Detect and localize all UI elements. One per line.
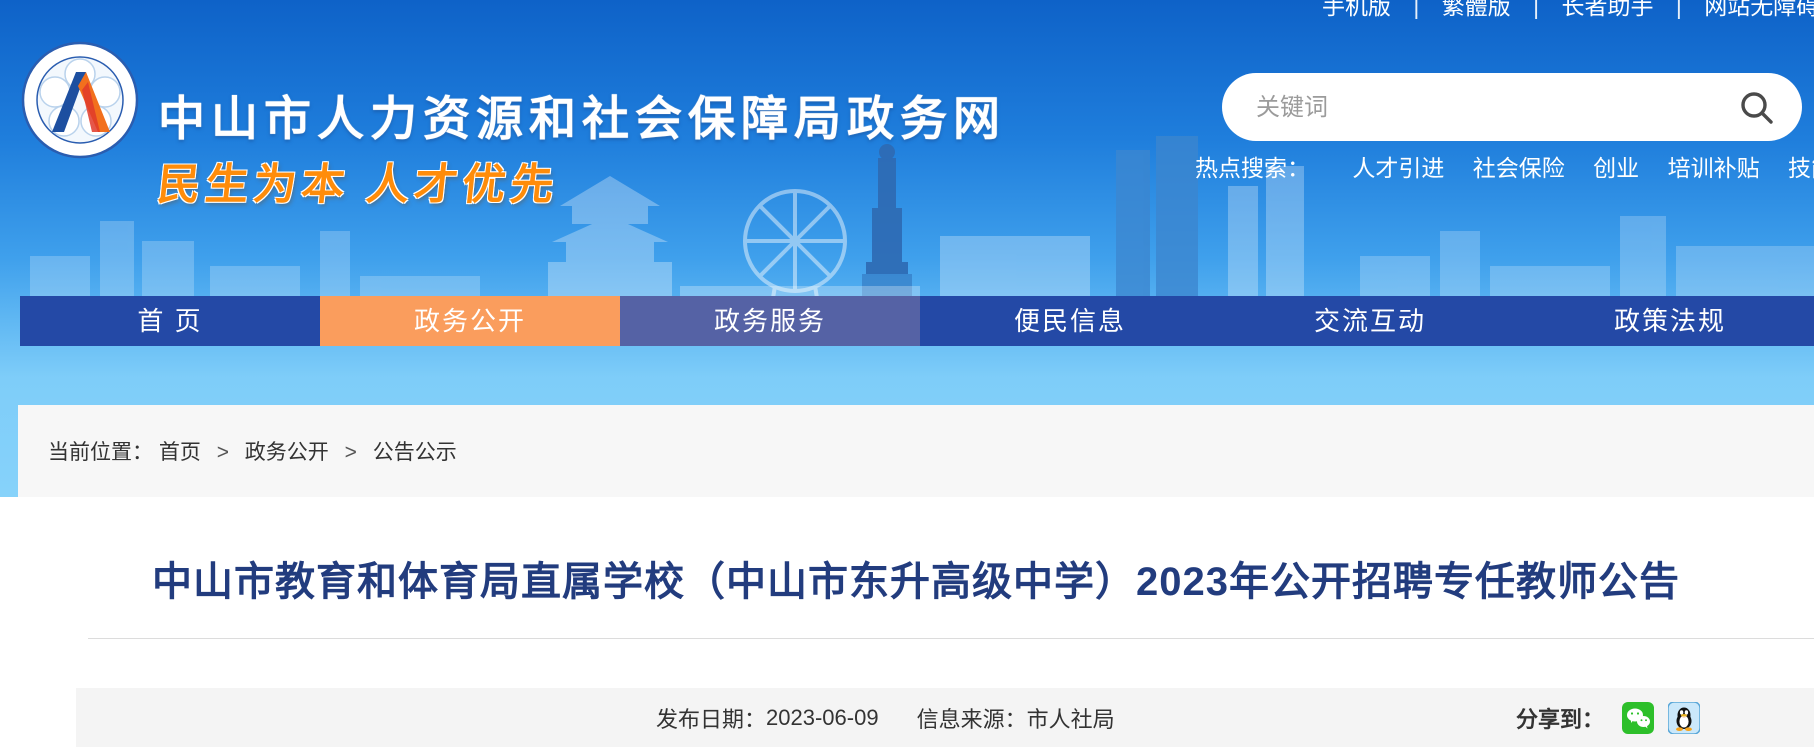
hot-search: 热点搜索： 人才引进 社会保险 创业 培训补贴 技能鉴定 <box>1195 149 1814 183</box>
breadcrumb-announcements[interactable]: 公告公示 <box>373 441 457 464</box>
topbar-separator: | <box>1533 0 1540 19</box>
wechat-icon <box>1622 702 1655 734</box>
nav-tab-interaction[interactable]: 交流互动 <box>1220 296 1520 346</box>
topbar-link-traditional[interactable]: 繁體版 <box>1442 0 1511 19</box>
nav-tab-gov-disclosure[interactable]: 政务公开 <box>320 296 620 346</box>
hot-search-item-training-subsidy[interactable]: 培训补贴 <box>1668 155 1760 181</box>
site-slogan: 民生为本 人才优先 <box>155 161 562 209</box>
nav-tab-policies[interactable]: 政策法规 <box>1520 296 1814 346</box>
breadcrumb-separator: > <box>344 441 357 464</box>
site-logo <box>21 41 139 159</box>
publish-date-label: 发布日期： <box>656 707 767 732</box>
topbar-link-elderly[interactable]: 长者助手 <box>1562 0 1654 19</box>
hot-search-item-startup[interactable]: 创业 <box>1593 155 1639 181</box>
hot-search-label: 热点搜索： <box>1195 155 1310 181</box>
breadcrumb-separator: > <box>216 441 229 464</box>
article-meta: 发布日期： 2023-06-09 信息来源： 市人社局 <box>656 688 1115 747</box>
breadcrumb: 当前位置： 首页 > 政务公开 > 公告公示 <box>18 405 1814 497</box>
main-nav: 首 页 政务公开 政务服务 便民信息 交流互动 政策法规 <box>20 296 1814 346</box>
source-label: 信息来源： <box>916 707 1027 732</box>
search-button[interactable] <box>1738 89 1774 125</box>
qq-share-button[interactable] <box>1667 701 1701 735</box>
search-box <box>1222 73 1802 143</box>
article-meta-bar: 发布日期： 2023-06-09 信息来源： 市人社局 分享到： <box>76 688 1814 747</box>
topbar-separator: | <box>1675 0 1682 19</box>
topbar-link-accessibility[interactable]: 网站无障碍 <box>1704 0 1814 19</box>
breadcrumb-gov-disclosure[interactable]: 政务公开 <box>245 441 329 464</box>
article-title: 中山市教育和体育局直属学校（中山市东升高级中学）2023年公开招聘专任教师公告 <box>152 560 1680 604</box>
publish-date-value: 2023-06-09 <box>766 705 879 730</box>
breadcrumb-label: 当前位置： <box>48 441 153 464</box>
search-input[interactable] <box>1254 73 1728 143</box>
share-bar: 分享到： <box>1516 688 1714 747</box>
share-label: 分享到： <box>1516 707 1605 732</box>
wechat-share-button[interactable] <box>1622 702 1655 734</box>
breadcrumb-home[interactable]: 首页 <box>159 441 201 464</box>
hot-search-item-social-insurance[interactable]: 社会保险 <box>1473 155 1565 181</box>
nav-tab-gov-services[interactable]: 政务服务 <box>620 296 920 346</box>
hot-search-item-talent[interactable]: 人才引进 <box>1352 155 1444 181</box>
nav-tab-public-info[interactable]: 便民信息 <box>920 296 1220 346</box>
topbar-link-mobile[interactable]: 手机版 <box>1322 0 1391 19</box>
article: 中山市教育和体育局直属学校（中山市东升高级中学）2023年公开招聘专任教师公告 … <box>18 497 1814 747</box>
site-title: 中山市人力资源和社会保障局政务网 <box>158 92 1006 145</box>
hot-search-item-skill-appraisal[interactable]: 技能鉴定 <box>1788 155 1814 181</box>
title-divider <box>88 638 1814 639</box>
nav-tab-home[interactable]: 首 页 <box>20 296 320 346</box>
source-value: 市人社局 <box>1026 707 1115 732</box>
qq-icon <box>1667 701 1701 735</box>
topbar-separator: | <box>1413 0 1420 19</box>
search-icon <box>1741 92 1773 124</box>
topbar-links: 手机版 | 繁體版 | 长者助手 | 网站无障碍 <box>1322 0 1814 19</box>
page: 手机版 | 繁體版 | 长者助手 | 网站无障碍 中山市人力资源和社会保障局政务… <box>0 0 1814 747</box>
